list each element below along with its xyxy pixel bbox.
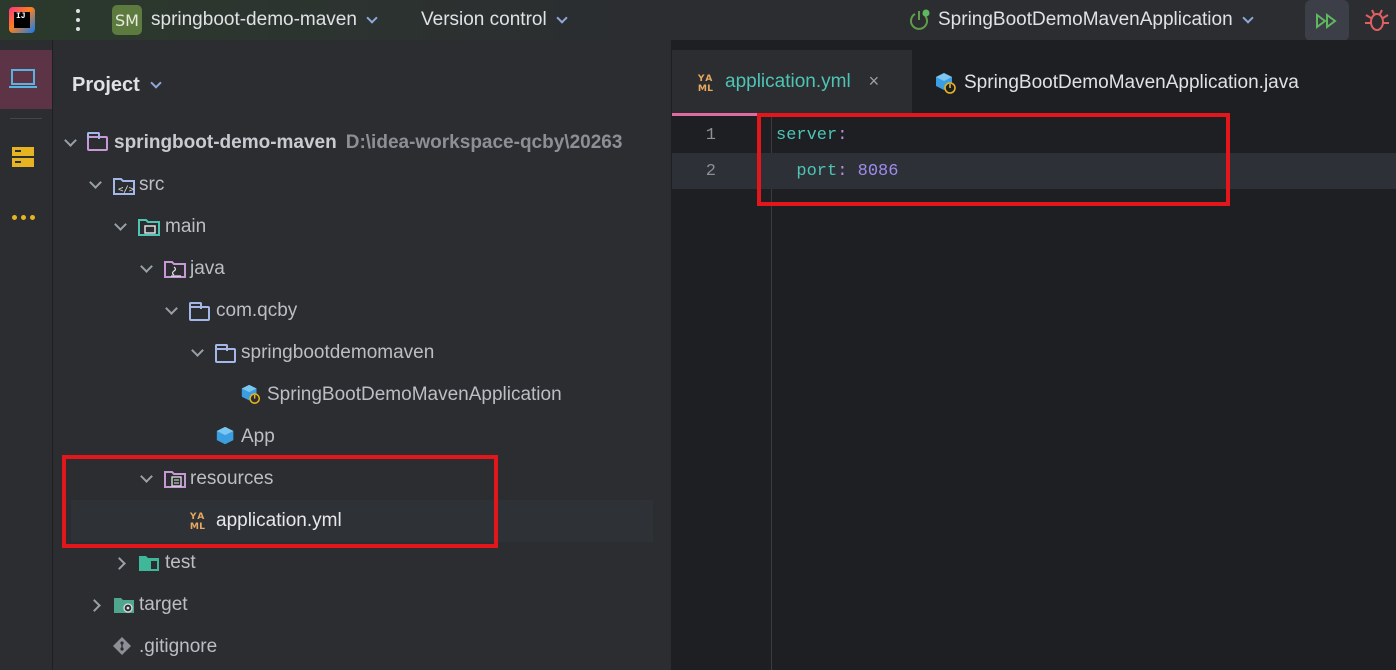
- project-panel-title[interactable]: Project: [72, 74, 162, 97]
- java-folder-icon: [164, 261, 186, 278]
- run-config-label: SpringBootDemoMavenApplication: [938, 9, 1233, 30]
- test-folder-icon: [139, 556, 159, 571]
- svg-text:</>: </>: [118, 185, 135, 195]
- project-switcher[interactable]: SM springboot-demo-maven: [112, 0, 378, 40]
- chevron-down-icon: [556, 11, 568, 24]
- yaml-file-icon: Y A M L: [697, 73, 713, 93]
- tree-item-spring-app-class[interactable]: SpringBootDemoMavenApplication: [53, 374, 671, 416]
- spring-class-icon: [936, 73, 956, 94]
- project-panel: Project springboot-demo-maven D:\idea-wor…: [53, 40, 671, 670]
- main-folder-icon: [138, 219, 160, 236]
- tree-item-label: main: [165, 216, 207, 237]
- git-file-icon: [113, 637, 131, 655]
- debug-bug-icon[interactable]: [1362, 6, 1392, 34]
- highlight-box-resources: [62, 455, 498, 548]
- tree-item-label: com.qcby: [216, 300, 298, 321]
- vcs-label: Version control: [421, 9, 547, 30]
- run-button[interactable]: [1305, 0, 1349, 41]
- expand-arrow-icon[interactable]: [140, 259, 153, 273]
- line-number: 1: [705, 125, 716, 145]
- intellij-logo-icon[interactable]: IJ: [9, 7, 35, 33]
- tree-item-label: test: [165, 552, 196, 573]
- more-icon[interactable]: [11, 208, 35, 226]
- tree-item-label: App: [241, 426, 275, 447]
- excluded-folder-icon: [114, 598, 134, 613]
- project-view-icon[interactable]: [9, 68, 37, 90]
- ide-window: IJ SM springboot-demo-maven Version cont…: [0, 0, 1396, 670]
- tree-item-com-qcby[interactable]: com.qcby: [53, 290, 671, 332]
- source-folder-icon: </>: [113, 178, 135, 195]
- title-bar: IJ SM springboot-demo-maven Version cont…: [0, 0, 1396, 41]
- editor-tabs: Y A M L application.yml × SpringBootDemo…: [672, 50, 1396, 116]
- tree-item-test[interactable]: test: [53, 542, 671, 584]
- structure-icon[interactable]: [11, 145, 35, 169]
- vcs-menu[interactable]: Version control: [421, 0, 568, 40]
- expand-arrow-icon[interactable]: [89, 175, 102, 189]
- tree-item-target[interactable]: target: [53, 584, 671, 626]
- tree-item-label: src: [139, 174, 165, 195]
- spring-run-icon: [910, 9, 930, 30]
- tree-item-label: java: [190, 258, 225, 279]
- expand-arrow-icon[interactable]: [88, 598, 101, 612]
- tool-window-strip: [0, 40, 53, 670]
- run-config-selector[interactable]: SpringBootDemoMavenApplication: [908, 0, 1254, 40]
- svg-text:M: M: [698, 83, 707, 93]
- tab-application-yml[interactable]: Y A M L application.yml ×: [672, 50, 912, 116]
- chevron-down-icon: [150, 77, 162, 89]
- chevron-down-icon: [1242, 11, 1254, 24]
- expand-arrow-icon[interactable]: [191, 343, 204, 357]
- tree-item-gitignore[interactable]: .gitignore: [53, 626, 671, 668]
- main-menu-icon[interactable]: [73, 9, 83, 31]
- module-folder-icon: [86, 132, 110, 154]
- expand-arrow-icon[interactable]: [113, 556, 126, 570]
- expand-arrow-icon[interactable]: [64, 133, 77, 147]
- package-icon: [188, 302, 212, 324]
- tree-item-project-root[interactable]: springboot-demo-maven D:\idea-workspace-q…: [53, 122, 671, 164]
- expand-arrow-icon[interactable]: [165, 301, 178, 315]
- expand-arrow-icon[interactable]: [114, 217, 127, 231]
- project-badge: SM: [112, 5, 142, 35]
- spring-class-icon: [241, 384, 260, 404]
- project-name: springboot-demo-maven: [151, 9, 357, 30]
- tree-item-label: springbootdemomaven: [241, 342, 435, 363]
- tree-item-src[interactable]: </> src: [53, 164, 671, 206]
- project-title-label: Project: [72, 74, 140, 96]
- highlight-box-yaml-content: [757, 113, 1230, 206]
- tree-item-label: .gitignore: [139, 636, 218, 657]
- class-icon: [216, 426, 234, 445]
- tree-item-app-class[interactable]: App: [53, 416, 671, 458]
- tab-spring-app-java[interactable]: SpringBootDemoMavenApplication.java: [934, 50, 1299, 116]
- tab-label: application.yml: [725, 70, 851, 92]
- tree-item-java[interactable]: java: [53, 248, 671, 290]
- project-path: D:\idea-workspace-qcby\20263: [345, 132, 623, 153]
- svg-text:L: L: [707, 83, 713, 93]
- tab-label: SpringBootDemoMavenApplication.java: [964, 72, 1299, 93]
- intellij-logo-text: IJ: [14, 12, 30, 28]
- line-number: 2: [705, 161, 716, 181]
- close-icon[interactable]: ×: [869, 71, 880, 92]
- tree-item-label: SpringBootDemoMavenApplication: [267, 384, 562, 405]
- tree-item-label: target: [139, 594, 188, 615]
- tree-item-main[interactable]: main: [53, 206, 671, 248]
- tree-item-label: springboot-demo-maven D:\idea-workspace-q…: [114, 132, 623, 153]
- tool-separator: [10, 118, 42, 119]
- tree-item-springbootdemomaven[interactable]: springbootdemomaven: [53, 332, 671, 374]
- package-icon: [214, 344, 238, 366]
- run-icon: [1316, 12, 1337, 29]
- chevron-down-icon: [366, 11, 378, 24]
